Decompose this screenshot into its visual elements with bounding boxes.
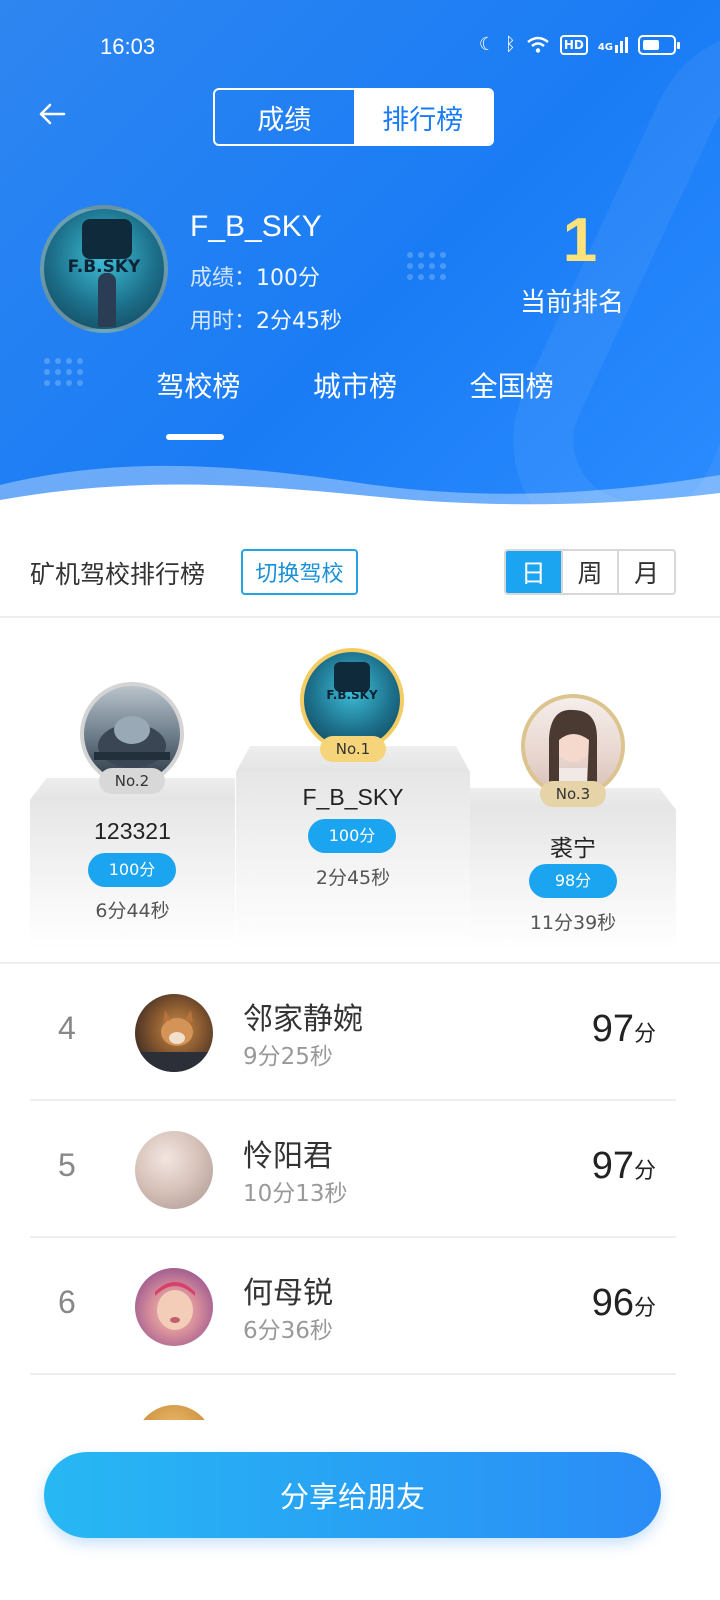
list-score: 97分: [592, 1008, 656, 1051]
third-place-time: 11分39秒: [529, 912, 617, 934]
dog-icon: [135, 1010, 213, 1072]
list-name: 怜阳君: [243, 1139, 333, 1174]
user-name: F_B_SKY: [190, 210, 322, 243]
list-name: 邻家静婉: [243, 1002, 363, 1037]
user-time: 用时：2分45秒: [190, 303, 342, 335]
period-month[interactable]: 月: [617, 551, 674, 593]
header-banner: 16:03 ☾ ᛒ HD 4G 成绩 排行榜 F.B.SKY F_B_SKY 成…: [0, 0, 720, 520]
hd-icon: HD: [559, 34, 588, 55]
list-avatar: [135, 1405, 213, 1420]
segment-ranking[interactable]: 排行榜: [353, 90, 492, 144]
current-rank-value: 1: [562, 206, 598, 275]
list-score-unit: 分: [633, 1295, 656, 1320]
list-item-partial[interactable]: [30, 1375, 676, 1420]
list-score-value: 97: [591, 1008, 634, 1050]
list-rank: 5: [58, 1147, 76, 1183]
tab-national[interactable]: 全国榜: [433, 362, 590, 422]
list-time: 10分13秒: [243, 1181, 348, 1207]
list-avatar: [135, 994, 213, 1072]
first-place-time: 2分45秒: [315, 867, 391, 889]
period-week[interactable]: 周: [560, 551, 618, 593]
portrait-girl-icon: [549, 709, 597, 794]
third-place-badge: No.3: [540, 781, 606, 807]
list-avatar: [135, 1268, 213, 1346]
list-item[interactable]: 4 邻家静婉 9分25秒 97分: [30, 964, 676, 1101]
user-score-value: 100分: [256, 266, 321, 291]
bluetooth-icon: ᛒ: [505, 34, 516, 55]
period-day[interactable]: 日: [506, 551, 561, 593]
second-place-name: 123321: [94, 818, 171, 844]
wifi-icon: [527, 36, 549, 53]
user-time-value: 2分45秒: [256, 309, 343, 334]
ranking-scope-tabs: 驾校榜 城市榜 全国榜: [120, 362, 590, 440]
list-time: 6分36秒: [243, 1318, 333, 1344]
third-place-score: 98分: [529, 864, 617, 898]
second-place-time: 6分44秒: [95, 900, 170, 922]
period-selector: 日 周 月: [504, 549, 676, 595]
first-place-name: F_B_SKY: [302, 784, 404, 810]
first-place-badge: No.1: [320, 736, 386, 762]
status-icons: ☾ ᛒ HD 4G: [478, 34, 680, 55]
header-wave: [0, 465, 720, 520]
user-score-key: 成绩：: [190, 266, 257, 291]
decorative-dots: [44, 358, 83, 386]
view-segmented-control: 成绩 排行榜: [213, 88, 494, 146]
switch-school-button[interactable]: 切换驾校: [241, 549, 358, 595]
decorative-dots: [407, 252, 446, 280]
podium: No.2 123321 100分 6分44秒 F.B.SKY No.1 F_B_…: [0, 618, 720, 964]
signal-icon: 4G: [597, 36, 628, 53]
list-avatar: [135, 1131, 213, 1209]
moon-icon: ☾: [478, 34, 495, 55]
status-time: 16:03: [100, 34, 156, 59]
third-place-name: 裘宁: [550, 835, 596, 861]
list-score: 96分: [592, 1282, 656, 1325]
camera-logo-icon: [82, 219, 132, 259]
second-place-score: 100分: [88, 853, 176, 887]
user-avatar[interactable]: F.B.SKY: [40, 205, 168, 333]
user-score: 成绩：100分: [190, 260, 320, 292]
current-rank-label: 当前排名: [520, 288, 625, 318]
battery-icon: [638, 34, 680, 55]
leaderboard-title: 矿机驾校排行榜: [30, 560, 206, 589]
list-time: 9分25秒: [243, 1044, 333, 1070]
avatar-person-figure: [98, 273, 116, 327]
share-button[interactable]: 分享给朋友: [44, 1452, 661, 1538]
list-score: 97分: [592, 1145, 656, 1188]
list-item[interactable]: 5 怜阳君 10分13秒 97分: [30, 1101, 676, 1238]
tab-school[interactable]: 驾校榜: [120, 362, 277, 440]
list-name: 何母锐: [243, 1276, 333, 1311]
list-score-value: 96: [591, 1282, 634, 1324]
baby-icon: [155, 1282, 195, 1330]
list-score-unit: 分: [633, 1021, 656, 1046]
list-score-value: 97: [591, 1145, 634, 1187]
tab-city[interactable]: 城市榜: [277, 362, 434, 422]
second-place-badge: No.2: [99, 768, 165, 794]
list-item[interactable]: 6 何母锐 6分36秒 96分: [30, 1238, 676, 1375]
list-rank: 6: [58, 1284, 76, 1320]
back-arrow-icon[interactable]: [36, 98, 76, 138]
network-type: 4G: [597, 41, 613, 53]
avatar-logo-text: F.B.SKY: [326, 688, 378, 702]
status-bar: 16:03 ☾ ᛒ HD 4G: [0, 0, 720, 90]
segment-score[interactable]: 成绩: [215, 90, 354, 144]
first-place-score: 100分: [308, 819, 396, 853]
user-time-key: 用时：: [190, 309, 257, 334]
list-score-unit: 分: [633, 1158, 656, 1183]
list-rank: 4: [58, 1010, 76, 1046]
